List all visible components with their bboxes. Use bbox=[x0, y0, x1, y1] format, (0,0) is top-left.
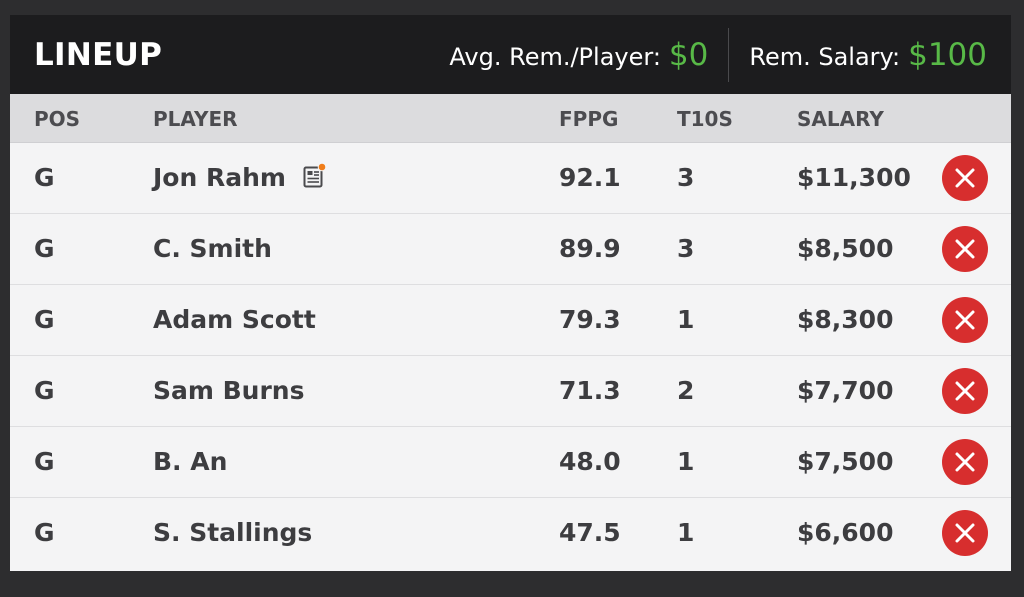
lineup-row[interactable]: G C. Smith 89.9 3 $8,500 bbox=[10, 214, 1011, 285]
column-header-player: PLAYER bbox=[153, 107, 238, 131]
lineup-row[interactable]: G S. Stallings 47.5 1 $6,600 bbox=[10, 498, 1011, 568]
player-name[interactable]: B. An bbox=[153, 447, 227, 476]
remove-player-icon bbox=[955, 381, 975, 401]
column-header-pos: POS bbox=[34, 107, 81, 131]
header-divider bbox=[728, 27, 730, 82]
lineup-row[interactable]: G Adam Scott 79.3 1 $8,300 bbox=[10, 285, 1011, 356]
player-position: G bbox=[34, 163, 55, 192]
player-top10s: 3 bbox=[677, 234, 695, 263]
remove-player-icon bbox=[955, 239, 975, 259]
player-position: G bbox=[34, 447, 55, 476]
avg-remaining-value: $0 bbox=[668, 36, 709, 73]
player-top10s: 1 bbox=[677, 447, 695, 476]
player-salary: $7,500 bbox=[797, 447, 894, 476]
column-header-fppg: FPPG bbox=[559, 107, 619, 131]
player-name-cell[interactable]: Jon Rahm bbox=[153, 162, 326, 192]
lineup-header: LINEUP Avg. Rem./Player: $0 Rem. Salary:… bbox=[10, 15, 1011, 94]
lineup-row[interactable]: G Sam Burns 71.3 2 $7,700 bbox=[10, 356, 1011, 427]
player-name-cell[interactable]: Sam Burns bbox=[153, 376, 305, 405]
player-position: G bbox=[34, 234, 55, 263]
lineup-panel: LINEUP Avg. Rem./Player: $0 Rem. Salary:… bbox=[10, 15, 1011, 571]
lineup-title: LINEUP bbox=[34, 36, 163, 73]
player-salary: $11,300 bbox=[797, 163, 911, 192]
player-salary: $8,300 bbox=[797, 305, 894, 334]
player-salary: $7,700 bbox=[797, 376, 894, 405]
player-name[interactable]: Jon Rahm bbox=[153, 163, 286, 192]
player-fppg: 89.9 bbox=[559, 234, 621, 263]
player-top10s: 3 bbox=[677, 163, 695, 192]
player-fppg: 48.0 bbox=[559, 447, 621, 476]
lineup-row[interactable]: G B. An 48.0 1 $7,500 bbox=[10, 427, 1011, 498]
remaining-salary-label: Rem. Salary: bbox=[749, 42, 901, 71]
player-position: G bbox=[34, 376, 55, 405]
player-top10s: 1 bbox=[677, 305, 695, 334]
player-name-cell[interactable]: C. Smith bbox=[153, 234, 272, 263]
player-name[interactable]: Adam Scott bbox=[153, 305, 316, 334]
player-name-cell[interactable]: Adam Scott bbox=[153, 305, 316, 334]
salary-summary: Avg. Rem./Player: $0 Rem. Salary: $100 bbox=[449, 27, 987, 82]
player-position: G bbox=[34, 305, 55, 334]
player-fppg: 79.3 bbox=[559, 305, 621, 334]
remaining-salary-value: $100 bbox=[908, 36, 987, 73]
lineup-table-body: G Jon Rahm 92.1 3 $11,300 G C. Smith 89.… bbox=[10, 143, 1011, 568]
column-header-salary: SALARY bbox=[797, 107, 884, 131]
player-position: G bbox=[34, 518, 55, 547]
player-fppg: 47.5 bbox=[559, 518, 621, 547]
lineup-row[interactable]: G Jon Rahm 92.1 3 $11,300 bbox=[10, 143, 1011, 214]
remove-player-button[interactable] bbox=[942, 368, 988, 414]
avg-remaining-label: Avg. Rem./Player: bbox=[449, 42, 661, 71]
remove-player-button[interactable] bbox=[942, 439, 988, 485]
remove-player-button[interactable] bbox=[942, 510, 988, 556]
player-fppg: 92.1 bbox=[559, 163, 621, 192]
remove-player-button[interactable] bbox=[942, 226, 988, 272]
player-name-cell[interactable]: B. An bbox=[153, 447, 227, 476]
player-top10s: 2 bbox=[677, 376, 695, 405]
player-top10s: 1 bbox=[677, 518, 695, 547]
column-header-t10s: T10S bbox=[677, 107, 733, 131]
player-fppg: 71.3 bbox=[559, 376, 621, 405]
remove-player-icon bbox=[955, 310, 975, 330]
player-name-cell[interactable]: S. Stallings bbox=[153, 518, 312, 547]
remaining-salary-stat: Rem. Salary: $100 bbox=[749, 37, 987, 73]
avg-remaining-stat: Avg. Rem./Player: $0 bbox=[449, 37, 708, 73]
player-news-icon[interactable] bbox=[303, 162, 326, 188]
player-salary: $8,500 bbox=[797, 234, 894, 263]
remove-player-button[interactable] bbox=[942, 155, 988, 201]
player-name[interactable]: C. Smith bbox=[153, 234, 272, 263]
player-name[interactable]: S. Stallings bbox=[153, 518, 312, 547]
remove-player-icon bbox=[955, 523, 975, 543]
player-name[interactable]: Sam Burns bbox=[153, 376, 305, 405]
column-header-row: POS PLAYER FPPG T10S SALARY bbox=[10, 94, 1011, 143]
remove-player-button[interactable] bbox=[942, 297, 988, 343]
player-salary: $6,600 bbox=[797, 518, 894, 547]
remove-player-icon bbox=[955, 452, 975, 472]
remove-player-icon bbox=[955, 168, 975, 188]
